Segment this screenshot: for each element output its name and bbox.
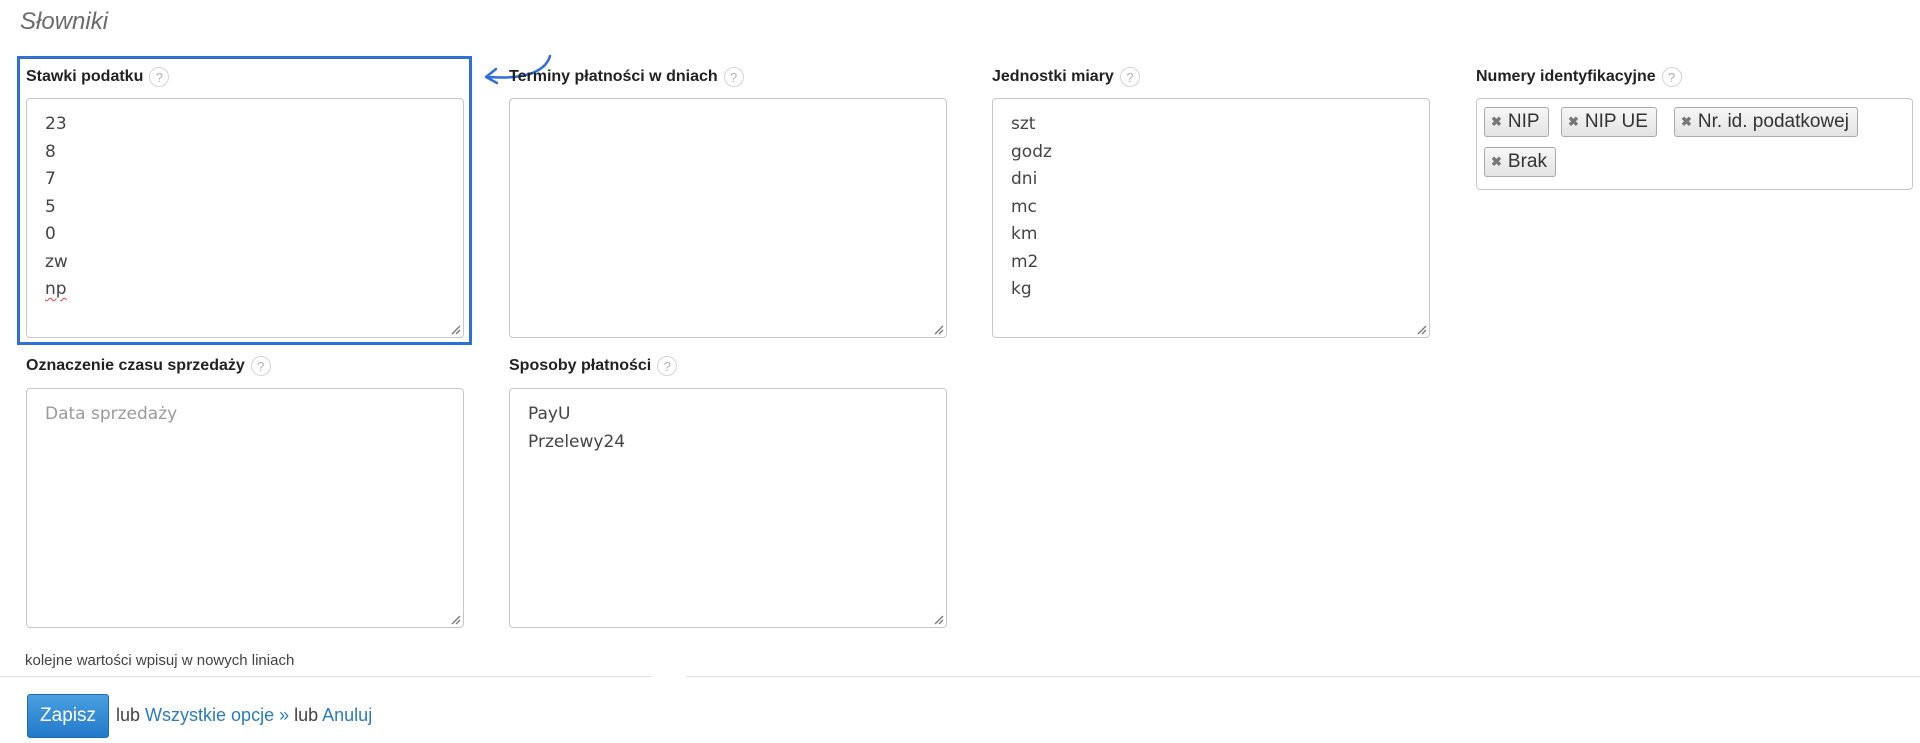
textarea-line: PayU	[528, 404, 571, 424]
field-label-terms: Terminy płatności w dniach	[509, 68, 718, 85]
sale-time-textarea[interactable]: Data sprzedaży	[26, 388, 464, 628]
help-icon[interactable]: ?	[723, 67, 744, 87]
resize-handle-icon[interactable]	[1415, 323, 1427, 335]
units-textarea[interactable]: szt godz dni mc km m2 kg	[992, 98, 1430, 338]
tag-label: NIP	[1507, 111, 1540, 132]
textarea-placeholder: Data sprzedaży	[45, 404, 178, 424]
textarea-line: godz	[1011, 141, 1052, 162]
field-id-numbers: Numery identyfikacyjne ?	[1476, 65, 1682, 89]
textarea-line: m2	[1011, 251, 1039, 272]
hint-text: kolejne wartości wpisuj w nowych liniach	[25, 652, 295, 669]
or-text: lub	[294, 705, 319, 725]
help-icon[interactable]: ?	[250, 356, 271, 376]
tag-label: Brak	[1507, 151, 1547, 172]
page-title: Słowniki	[20, 8, 109, 35]
help-icon[interactable]: ?	[1661, 67, 1682, 87]
footer-actions: lub Wszystkie opcje » lub Anuluj	[116, 705, 372, 726]
remove-tag-icon[interactable]: ✖	[1491, 114, 1502, 130]
textarea-line: dni	[1011, 169, 1038, 189]
divider	[686, 676, 1920, 677]
tag-label: NIP UE	[1584, 111, 1648, 132]
remove-tag-icon[interactable]: ✖	[1681, 114, 1692, 130]
textarea-line: Przelewy24	[528, 431, 626, 452]
resize-handle-icon[interactable]	[932, 323, 944, 335]
help-icon[interactable]: ?	[1119, 67, 1140, 87]
field-label-units: Jednostki miary	[992, 68, 1114, 85]
resize-handle-icon[interactable]	[932, 613, 944, 625]
divider	[0, 676, 652, 677]
field-label-payments: Sposoby płatności	[509, 357, 652, 374]
payment-methods-textarea[interactable]: PayU Przelewy24	[509, 388, 947, 628]
all-options-link[interactable]: Wszystkie opcje »	[145, 705, 289, 725]
field-label-ids: Numery identyfikacyjne	[1476, 68, 1656, 85]
textarea-line: km	[1011, 224, 1038, 244]
field-sale-time: Oznaczenie czasu sprzedaży ?	[26, 354, 271, 378]
focus-highlight	[17, 56, 472, 345]
or-text: lub	[116, 705, 141, 725]
remove-tag-icon[interactable]: ✖	[1491, 154, 1502, 170]
cancel-link[interactable]: Anuluj	[322, 705, 372, 725]
field-payment-methods: Sposoby płatności ?	[509, 354, 678, 378]
textarea-line: kg	[1011, 279, 1032, 299]
id-numbers-multiselect[interactable]: ✖ NIP ✖ NIP UE ✖ Nr. id. podatkowej ✖ Br…	[1476, 98, 1913, 190]
tag-nip: ✖ NIP	[1484, 107, 1549, 137]
resize-handle-icon[interactable]	[449, 613, 461, 625]
remove-tag-icon[interactable]: ✖	[1568, 114, 1579, 130]
tag-label: Nr. id. podatkowej	[1697, 111, 1849, 132]
tag-brak: ✖ Brak	[1484, 147, 1556, 177]
field-label-sale-time: Oznaczenie czasu sprzedaży	[26, 357, 245, 374]
help-icon[interactable]: ?	[657, 356, 678, 376]
tag-nip-ue: ✖ NIP UE	[1561, 107, 1657, 137]
save-button[interactable]: Zapisz	[27, 694, 109, 738]
tag-nr-id-podatkowej: ✖ Nr. id. podatkowej	[1674, 107, 1858, 137]
textarea-line: szt	[1011, 114, 1036, 134]
textarea-line: mc	[1011, 196, 1037, 217]
payment-terms-textarea[interactable]	[509, 98, 947, 338]
field-payment-terms: Terminy płatności w dniach ?	[509, 65, 744, 89]
field-units: Jednostki miary ?	[992, 65, 1140, 89]
